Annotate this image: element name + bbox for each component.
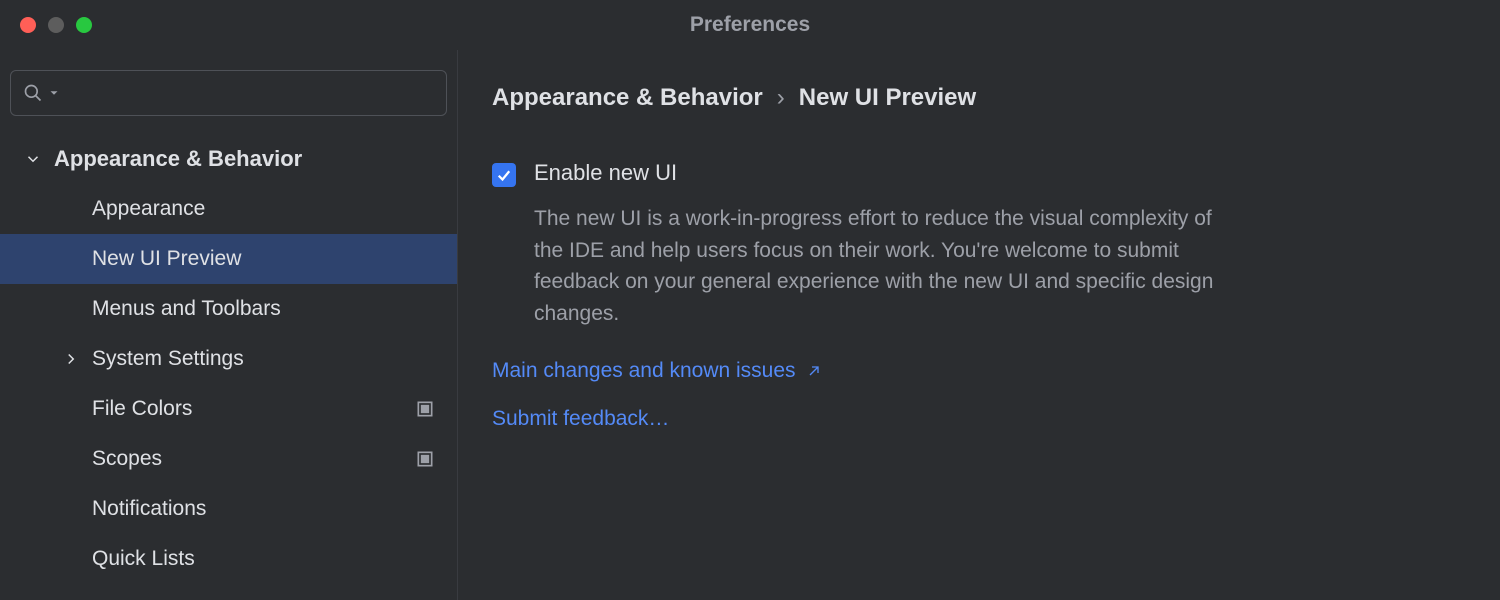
search-wrap <box>0 70 457 134</box>
sidebar-item-label: New UI Preview <box>92 247 457 271</box>
enable-new-ui-checkbox[interactable] <box>492 163 516 187</box>
sidebar-category-appearance-behavior[interactable]: Appearance & Behavior <box>0 134 457 184</box>
enable-new-ui-row: Enable new UI <box>492 160 1466 187</box>
link-label: Main changes and known issues <box>492 359 796 383</box>
sidebar-item-label: Notifications <box>92 497 457 521</box>
chevron-right-icon: › <box>777 84 785 112</box>
traffic-lights <box>0 17 92 33</box>
main-changes-link[interactable]: Main changes and known issues <box>492 359 1466 383</box>
chevron-down-icon <box>47 86 61 100</box>
search-icon <box>23 83 43 103</box>
search-input[interactable] <box>10 70 447 116</box>
sidebar-item-label: System Settings <box>92 347 457 371</box>
sidebar-item-label: Menus and Toolbars <box>92 297 457 321</box>
sidebar-item-file-colors[interactable]: File Colors <box>0 384 457 434</box>
main-layout: Appearance & Behavior Appearance New UI … <box>0 50 1500 600</box>
titlebar: Preferences <box>0 0 1500 50</box>
sidebar-item-menus-toolbars[interactable]: Menus and Toolbars <box>0 284 457 334</box>
sidebar-item-notifications[interactable]: Notifications <box>0 484 457 534</box>
sidebar: Appearance & Behavior Appearance New UI … <box>0 50 458 600</box>
chevron-down-icon <box>24 150 42 168</box>
project-level-icon <box>415 399 435 419</box>
chevron-right-icon <box>62 350 80 368</box>
sidebar-item-quick-lists[interactable]: Quick Lists <box>0 534 457 584</box>
breadcrumb-current: New UI Preview <box>799 84 976 112</box>
breadcrumb-parent: Appearance & Behavior <box>492 84 763 112</box>
content-panel: Appearance & Behavior › New UI Preview E… <box>458 50 1500 600</box>
sidebar-item-label: Scopes <box>92 447 415 471</box>
sidebar-category-label: Appearance & Behavior <box>54 146 457 172</box>
check-icon <box>495 166 513 184</box>
project-level-icon <box>415 449 435 469</box>
breadcrumb: Appearance & Behavior › New UI Preview <box>492 84 1466 112</box>
sidebar-item-system-settings[interactable]: System Settings <box>0 334 457 384</box>
sidebar-item-scopes[interactable]: Scopes <box>0 434 457 484</box>
settings-tree: Appearance & Behavior Appearance New UI … <box>0 134 457 584</box>
window-title: Preferences <box>690 13 810 37</box>
sidebar-item-label: File Colors <box>92 397 415 421</box>
close-window-button[interactable] <box>20 17 36 33</box>
sidebar-item-appearance[interactable]: Appearance <box>0 184 457 234</box>
sidebar-item-new-ui-preview[interactable]: New UI Preview <box>0 234 457 284</box>
sidebar-item-label: Appearance <box>92 197 457 221</box>
submit-feedback-link[interactable]: Submit feedback… <box>492 407 1466 431</box>
description-text: The new UI is a work-in-progress effort … <box>534 203 1214 329</box>
sidebar-item-label: Quick Lists <box>92 547 457 571</box>
link-label: Submit feedback… <box>492 407 669 431</box>
external-link-icon <box>806 363 822 379</box>
maximize-window-button[interactable] <box>76 17 92 33</box>
enable-new-ui-label: Enable new UI <box>534 160 677 186</box>
minimize-window-button[interactable] <box>48 17 64 33</box>
